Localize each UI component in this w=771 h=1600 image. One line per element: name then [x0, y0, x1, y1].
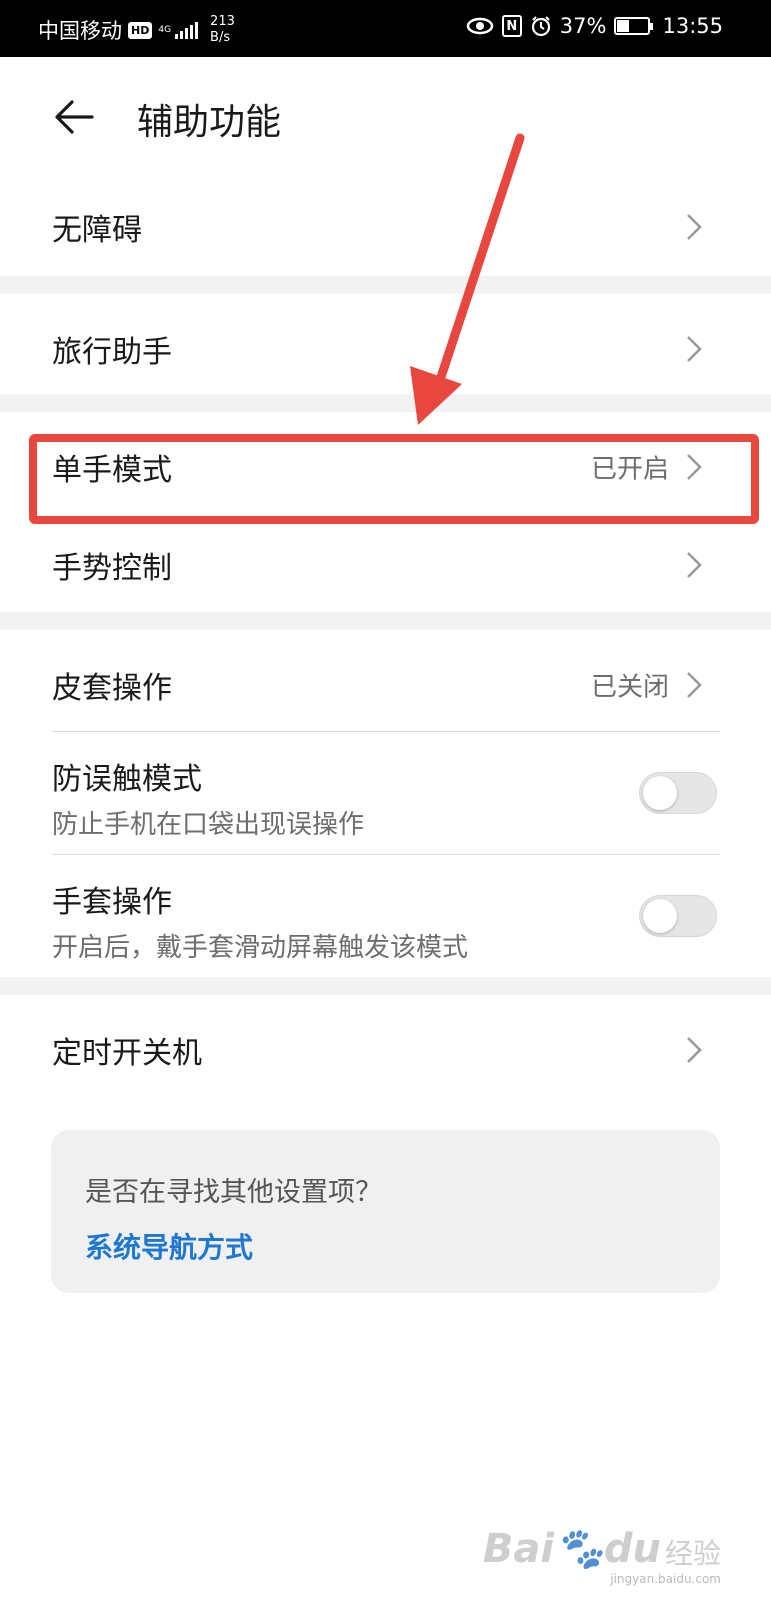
section-separator [0, 612, 771, 630]
item-label: 定时开关机 [52, 1036, 202, 1071]
section-separator [0, 276, 771, 294]
toggle-knob [643, 899, 677, 933]
back-arrow-icon[interactable] [52, 94, 98, 140]
alarm-icon [530, 15, 552, 37]
section-separator [0, 977, 771, 995]
status-bar: 中国移动 HD 4G 213 B/s N 37% ⚡ 13:55 [0, 0, 771, 57]
page-title: 辅助功能 [137, 102, 282, 143]
nfc-icon: N [501, 15, 522, 37]
item-status: 已关闭 [590, 672, 669, 703]
item-label: 手套操作 [52, 885, 172, 920]
chevron-right-icon [687, 336, 702, 362]
settings-item-glove-mode[interactable]: 手套操作 开启后，戴手套滑动屏幕触发该模式 [0, 855, 771, 977]
settings-item-accessibility[interactable]: 无障碍 [0, 172, 771, 282]
chevron-right-icon [687, 552, 702, 578]
paw-icon: 🐾 [554, 1526, 604, 1572]
clock: 13:55 [662, 14, 723, 38]
chevron-right-icon [687, 214, 702, 240]
suggestion-card: 是否在寻找其他设置项？ 系统导航方式 [51, 1130, 720, 1293]
settings-item-gesture-control[interactable]: 手势控制 [0, 510, 771, 620]
suggestion-question: 是否在寻找其他设置项？ [85, 1177, 382, 1208]
section-separator [0, 394, 771, 412]
settings-item-travel-assistant[interactable]: 旅行助手 [0, 294, 771, 404]
settings-item-flip-cover[interactable]: 皮套操作 已关闭 [0, 630, 771, 740]
carrier-label: 中国移动 [38, 19, 122, 43]
settings-item-accidental-touch[interactable]: 防误触模式 防止手机在口袋出现误操作 [0, 732, 771, 854]
chevron-right-icon [687, 1037, 702, 1063]
chevron-right-icon [687, 672, 702, 698]
item-label: 手势控制 [52, 551, 172, 586]
eye-comfort-icon [466, 16, 494, 36]
watermark-experience: 经验 [664, 1537, 721, 1570]
toggle-knob [643, 776, 677, 810]
item-description: 开启后，戴手套滑动屏幕触发该模式 [52, 933, 469, 963]
item-label: 防误触模式 [52, 762, 202, 797]
hd-badge: HD [128, 21, 153, 39]
glove-mode-toggle[interactable] [639, 895, 717, 937]
item-description: 防止手机在口袋出现误操作 [52, 810, 365, 840]
settings-item-scheduled-power[interactable]: 定时开关机 [0, 995, 771, 1105]
network-type: 4G [158, 25, 172, 35]
battery-percent: 37% [559, 14, 607, 38]
item-label: 皮套操作 [52, 671, 172, 706]
battery-charging-icon: ⚡ [614, 17, 654, 35]
watermark-url: jingyan.baidu.com [610, 1572, 721, 1586]
signal-icon [175, 21, 200, 39]
item-label: 无障碍 [52, 213, 142, 248]
accidental-touch-toggle[interactable] [639, 772, 717, 814]
item-label: 旅行助手 [52, 335, 172, 370]
app-header: 辅助功能 [0, 57, 771, 177]
baidu-watermark: Bai🐾du 经验 jingyan.baidu.com [482, 1525, 721, 1586]
system-navigation-link[interactable]: 系统导航方式 [85, 1226, 253, 1266]
annotation-highlight-box [29, 434, 759, 524]
watermark-logo: Bai🐾du [482, 1526, 661, 1572]
net-speed: 213 B/s [210, 14, 235, 45]
